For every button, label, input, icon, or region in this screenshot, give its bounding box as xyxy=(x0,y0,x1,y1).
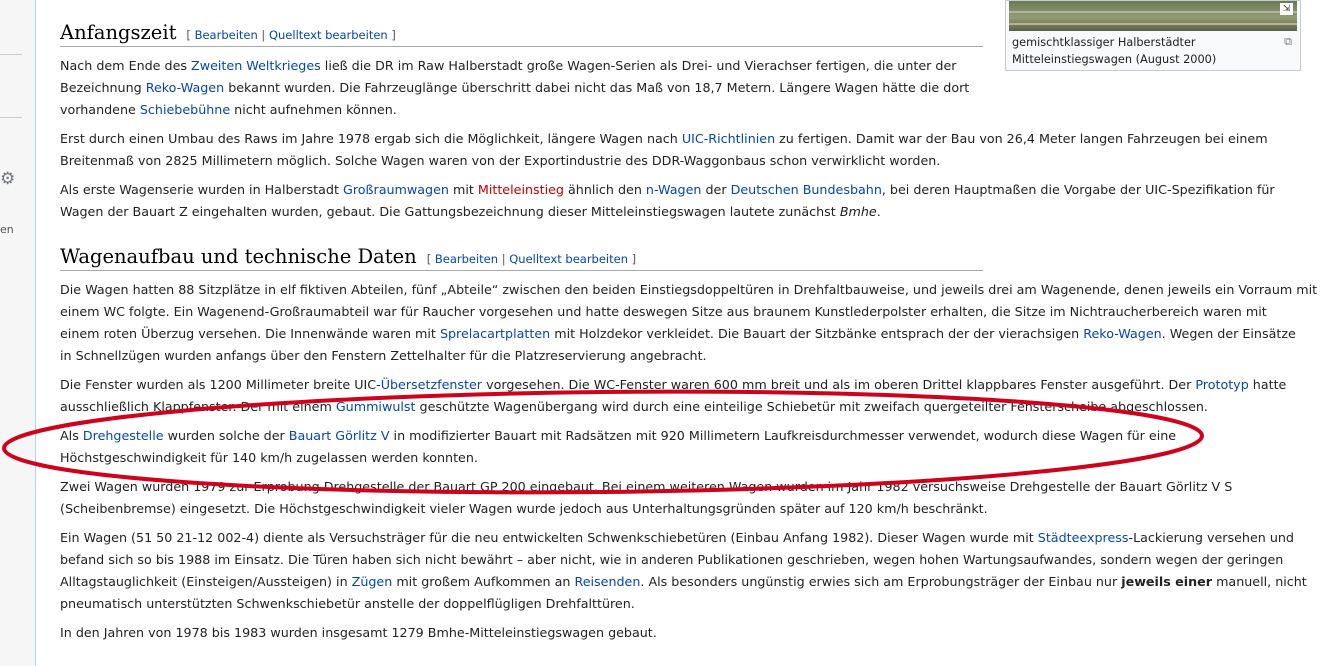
link-bauart-goerlitz-v[interactable]: Bauart Görlitz V xyxy=(289,428,390,443)
section-edit-links: [ Bearbeiten | Quelltext bearbeiten ] xyxy=(186,28,396,42)
link-uebersetzfenster[interactable]: Übersetzfenster xyxy=(381,377,482,392)
paragraph: Nach dem Ende des Zweiten Weltkrieges li… xyxy=(60,58,970,117)
paragraph: Die Wagen hatten 88 Sitzplätze in elf fi… xyxy=(60,282,1318,363)
paragraph: Zwei Wagen wurden 1979 zur Erprobung Dre… xyxy=(60,479,1233,516)
magnify-icon[interactable]: ⇲ xyxy=(1280,3,1293,15)
gear-icon[interactable]: ⚙ xyxy=(0,169,15,189)
link-zuegen[interactable]: Zügen xyxy=(352,574,393,589)
link-grossraumwagen[interactable]: Großraumwagen xyxy=(343,182,449,197)
thumbnail-image[interactable]: ⇲ xyxy=(1009,1,1297,31)
edit-source-link[interactable]: Quelltext bearbeiten xyxy=(269,28,388,42)
sidebar-divider xyxy=(0,117,22,118)
article-content: ⇲ gemischtklassiger Halberstädter Mittel… xyxy=(35,0,1325,666)
link-uic-richtlinien[interactable]: UIC-Richtlinien xyxy=(682,131,775,146)
paragraph: Als Drehgestelle wurden solche der Bauar… xyxy=(60,428,1177,465)
link-gummiwulst[interactable]: Gummiwulst xyxy=(336,399,416,414)
edit-source-link[interactable]: Quelltext bearbeiten xyxy=(509,252,628,266)
paragraph: In den Jahren von 1978 bis 1983 wurden i… xyxy=(60,625,657,640)
link-reko-wagen[interactable]: Reko-Wagen xyxy=(146,80,224,95)
link-deutsche-bundesbahn[interactable]: Deutschen Bundesbahn xyxy=(731,182,882,197)
paragraph: Erst durch einen Umbau des Raws im Jahre… xyxy=(60,131,1268,168)
image-thumbnail: ⇲ gemischtklassiger Halberstädter Mittel… xyxy=(1005,0,1301,71)
paragraph: Die Fenster wurden als 1200 Millimeter b… xyxy=(60,377,1287,414)
link-reisenden[interactable]: Reisenden xyxy=(574,574,640,589)
link-staedteexpress[interactable]: Städteexpress xyxy=(1038,530,1129,545)
link-prototyp[interactable]: Prototyp xyxy=(1195,377,1248,392)
thumbnail-caption: gemischtklassiger Halberstädter Mittelei… xyxy=(1012,36,1217,66)
section-edit-links: [ Bearbeiten | Quelltext bearbeiten ] xyxy=(426,252,637,266)
link-reko-wagen[interactable]: Reko-Wagen xyxy=(1083,326,1161,341)
link-drehgestelle[interactable]: Drehgestelle xyxy=(83,428,164,443)
link-sprelacartplatten[interactable]: Sprelacartplatten xyxy=(440,326,550,341)
section-title: Anfangszeit xyxy=(60,21,177,44)
edit-link[interactable]: Bearbeiten xyxy=(195,28,258,42)
enlarge-icon[interactable]: ⧉ xyxy=(1284,35,1292,49)
section-heading-anfangszeit: Anfangszeit [ Bearbeiten | Quelltext bear… xyxy=(60,20,983,48)
sidebar-divider xyxy=(0,54,22,55)
link-n-wagen[interactable]: n-Wagen xyxy=(646,182,702,197)
link-mitteleinstieg[interactable]: Mitteleinstieg xyxy=(478,182,564,197)
section-heading-wagenaufbau: Wagenaufbau und technische Daten [ Bearbe… xyxy=(60,244,983,272)
section-title: Wagenaufbau und technische Daten xyxy=(60,245,417,268)
link-schiebebuehne[interactable]: Schiebebühne xyxy=(140,102,230,117)
link-zweiter-weltkrieg[interactable]: Zweiten Weltkrieges xyxy=(191,58,321,73)
edit-link[interactable]: Bearbeiten xyxy=(435,252,498,266)
paragraph: Ein Wagen (51 50 21-12 002-4) diente als… xyxy=(60,530,1307,611)
left-sidebar: ⚙ en xyxy=(0,0,34,666)
paragraph: Als erste Wagenserie wurden in Halbersta… xyxy=(60,182,1275,219)
sidebar-partial-label[interactable]: en xyxy=(0,223,14,236)
